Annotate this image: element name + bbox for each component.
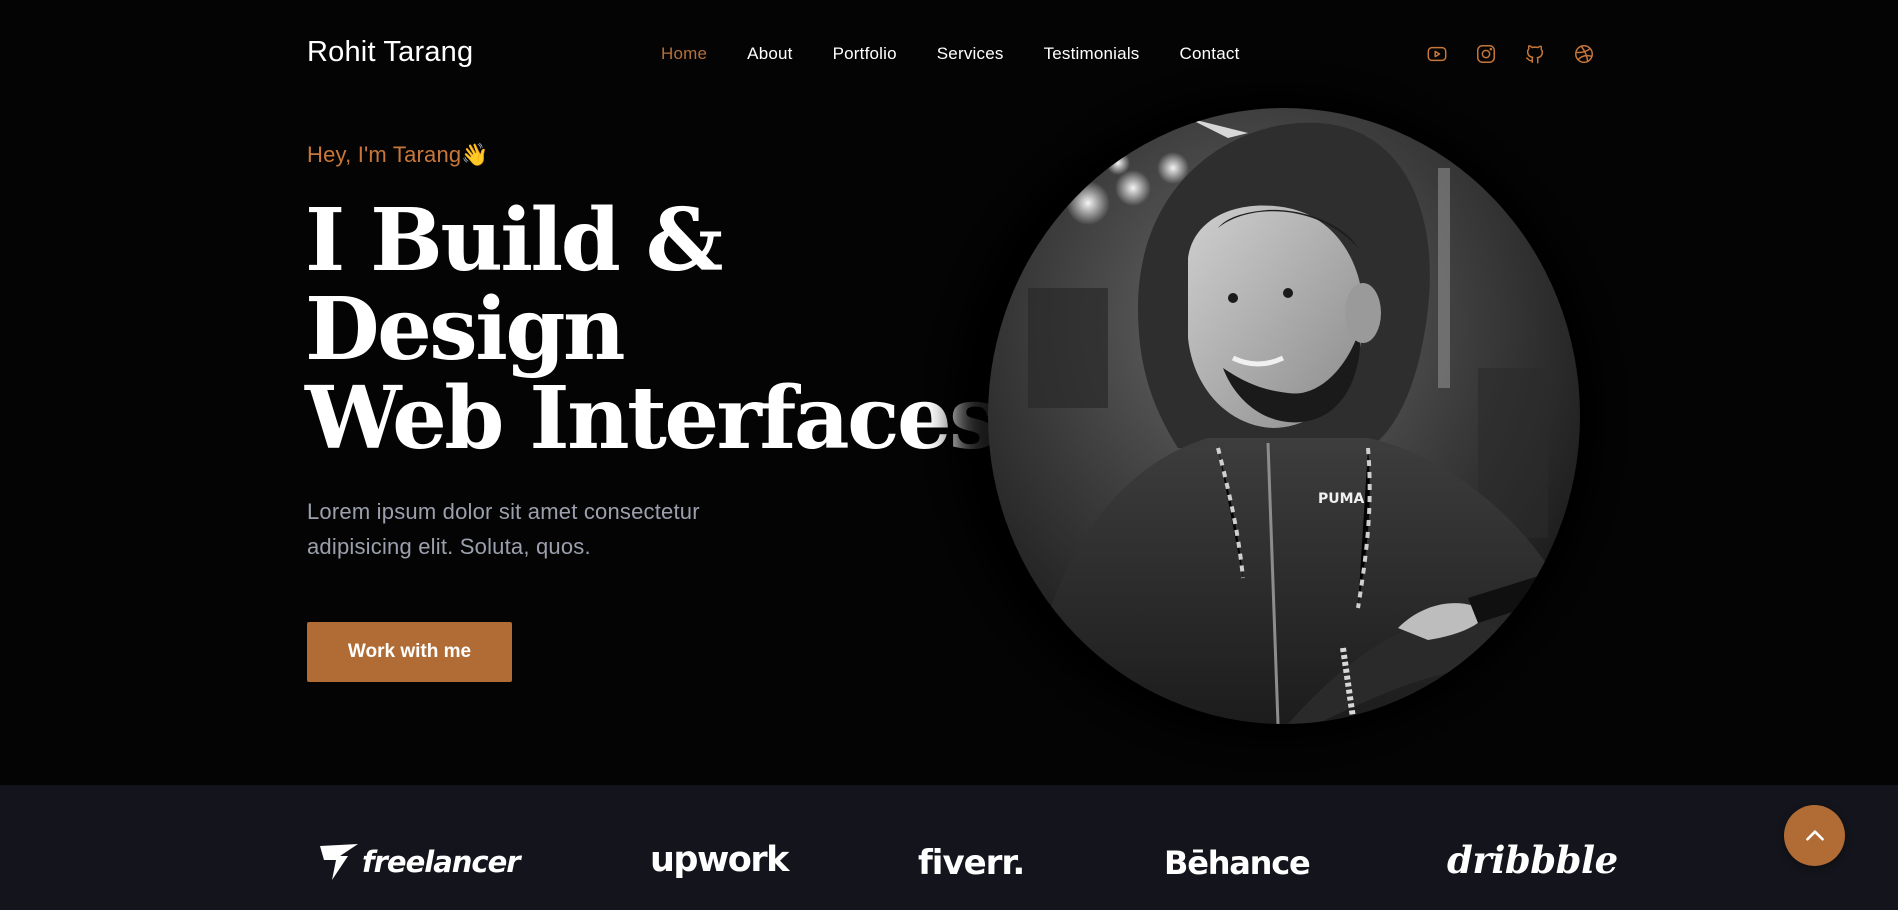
chevron-up-icon bbox=[1805, 829, 1824, 841]
scroll-to-top-button[interactable] bbox=[1784, 805, 1845, 866]
svg-text:PUMA: PUMA bbox=[1318, 491, 1365, 507]
nav-testimonials[interactable]: Testimonials bbox=[1044, 44, 1140, 64]
headline-line-1: I Build & bbox=[305, 190, 723, 291]
hero-greeting: Hey, I'm Tarang👋 bbox=[307, 142, 489, 168]
freelancer-bird-icon bbox=[320, 844, 358, 880]
social-links bbox=[1425, 42, 1596, 66]
profile-photo: PUMA bbox=[988, 108, 1580, 724]
main-nav: Home About Portfolio Services Testimonia… bbox=[661, 44, 1280, 64]
waving-hand-icon: 👋 bbox=[461, 142, 489, 167]
hero-subtext: Lorem ipsum dolor sit amet consectetur a… bbox=[307, 499, 700, 559]
freelancer-logo: freelancer bbox=[318, 840, 521, 884]
brand-logo[interactable]: Rohit Tarang bbox=[307, 36, 473, 69]
nav-portfolio[interactable]: Portfolio bbox=[833, 44, 897, 64]
greeting-text: Hey, I'm Tarang bbox=[307, 142, 462, 167]
dribbble-logo: dribbble bbox=[1447, 838, 1618, 882]
fiverr-logo: fiverr. bbox=[918, 843, 1025, 883]
freelancer-logo-text: freelancer bbox=[362, 845, 521, 879]
nav-contact[interactable]: Contact bbox=[1180, 44, 1240, 64]
dribbble-icon[interactable] bbox=[1572, 42, 1596, 66]
nav-home[interactable]: Home bbox=[661, 44, 707, 64]
headline-line-2: Design bbox=[305, 279, 626, 380]
instagram-icon[interactable] bbox=[1474, 42, 1498, 66]
hero-headline: I Build & Design Web Interfaces. bbox=[305, 190, 1025, 469]
youtube-icon[interactable] bbox=[1425, 42, 1449, 66]
github-icon[interactable] bbox=[1523, 42, 1547, 66]
behance-logo: Bēhance bbox=[1164, 844, 1311, 882]
portrait-frame: PUMA bbox=[952, 90, 1598, 742]
headline-line-3: Web Interfaces. bbox=[305, 368, 1025, 469]
nav-services[interactable]: Services bbox=[937, 44, 1004, 64]
nav-about[interactable]: About bbox=[747, 44, 792, 64]
work-with-me-button[interactable]: Work with me bbox=[307, 622, 512, 682]
site-header: Rohit Tarang Home About Portfolio Servic… bbox=[0, 0, 1898, 110]
upwork-logo: upwork bbox=[650, 840, 789, 880]
